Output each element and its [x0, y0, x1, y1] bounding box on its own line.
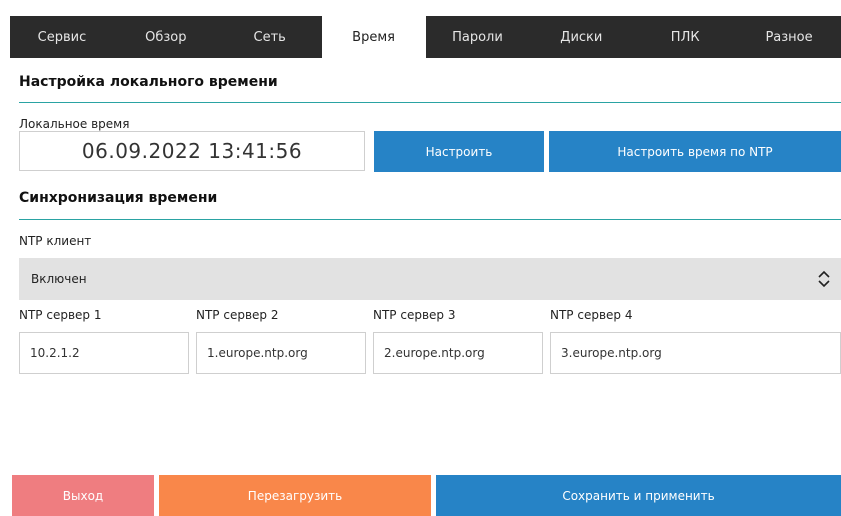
tab-service[interactable]: Сервис: [10, 16, 114, 58]
section-divider: [19, 219, 841, 220]
tab-bar: Сервис Обзор Сеть Время Пароли Диски ПЛК…: [10, 16, 841, 58]
save-apply-button[interactable]: Сохранить и применить: [436, 475, 841, 516]
ntp-client-select[interactable]: Включен: [19, 258, 841, 300]
ntp-server-1-label: NTP сервер 1: [19, 308, 102, 322]
tab-time[interactable]: Время: [321, 16, 426, 58]
tab-network[interactable]: Сеть: [218, 16, 322, 58]
set-ntp-time-button[interactable]: Настроить время по NTP: [549, 131, 841, 172]
tab-plc[interactable]: ПЛК: [633, 16, 737, 58]
ntp-client-value: Включен: [31, 272, 87, 286]
ntp-server-4-label: NTP сервер 4: [550, 308, 633, 322]
ntp-server-4-input[interactable]: 3.europe.ntp.org: [550, 332, 841, 374]
sync-section-title: Синхронизация времени: [19, 190, 218, 206]
local-time-display: 06.09.2022 13:41:56: [19, 131, 365, 171]
tab-misc[interactable]: Разное: [737, 16, 841, 58]
tab-disks[interactable]: Диски: [529, 16, 633, 58]
local-time-section-title: Настройка локального времени: [19, 74, 278, 90]
exit-button[interactable]: Выход: [12, 475, 154, 516]
tab-passwords[interactable]: Пароли: [426, 16, 530, 58]
set-time-button[interactable]: Настроить: [374, 131, 544, 172]
ntp-server-3-input[interactable]: 2.europe.ntp.org: [373, 332, 543, 374]
reboot-button[interactable]: Перезагрузить: [159, 475, 431, 516]
tab-overview[interactable]: Обзор: [114, 16, 218, 58]
ntp-server-3-label: NTP сервер 3: [373, 308, 456, 322]
local-time-label: Локальное время: [19, 117, 130, 131]
ntp-server-2-label: NTP сервер 2: [196, 308, 279, 322]
ntp-client-label: NTP клиент: [19, 234, 92, 248]
ntp-server-1-input[interactable]: 10.2.1.2: [19, 332, 189, 374]
ntp-server-2-input[interactable]: 1.europe.ntp.org: [196, 332, 366, 374]
updown-chevron-icon: [818, 270, 830, 288]
section-divider: [19, 102, 841, 103]
